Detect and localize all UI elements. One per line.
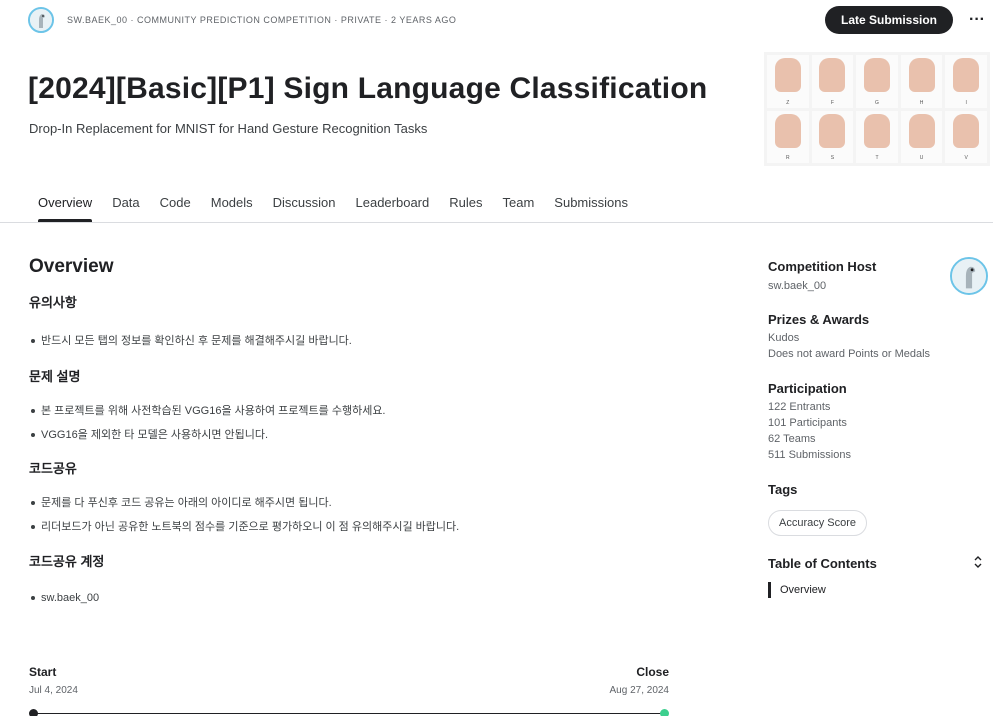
bullet-list: sw.baek_00 xyxy=(29,591,689,615)
tab-team[interactable]: Team xyxy=(493,192,545,222)
entrants-count: 122 Entrants xyxy=(768,401,831,413)
tab-submissions[interactable]: Submissions xyxy=(544,192,638,222)
tags-heading: Tags xyxy=(768,482,798,497)
tabs-divider xyxy=(0,222,993,223)
timeline-end-marker xyxy=(660,709,669,716)
banner-hand-sign: F xyxy=(811,55,854,108)
tab-leaderboard[interactable]: Leaderboard xyxy=(346,192,440,222)
expand-collapse-icon[interactable] xyxy=(973,555,983,572)
list-item: sw.baek_00 xyxy=(29,591,689,615)
host-name-link[interactable]: sw.baek_00 xyxy=(768,278,993,294)
timeline-track xyxy=(33,713,665,714)
tab-rules[interactable]: Rules xyxy=(439,192,492,222)
competition-banner-image: Z F G H I R S T U V xyxy=(764,52,990,166)
timeline-close-date: Aug 27, 2024 xyxy=(609,685,670,696)
banner-hand-sign: V xyxy=(945,110,987,163)
banner-hand-sign: Z xyxy=(767,55,809,108)
section-heading: 코드공유 xyxy=(29,461,77,476)
toc-item-overview[interactable]: Overview xyxy=(768,582,993,598)
timeline-close-label: Close xyxy=(636,665,669,679)
tab-models[interactable]: Models xyxy=(201,192,263,222)
section-heading: 코드공유 계정 xyxy=(29,554,105,569)
banner-hand-sign: G xyxy=(856,55,898,108)
competition-sidebar: Competition Host sw.baek_00 Prizes & Awa… xyxy=(768,259,993,598)
competition-meta: SW.BAEK_00 · COMMUNITY PREDICTION COMPET… xyxy=(67,15,457,25)
list-item: 반드시 모든 탭의 정보를 확인하신 후 문제를 해결해주시길 바랍니다. xyxy=(29,334,689,358)
section-heading: 문제 설명 xyxy=(29,369,81,384)
submissions-count: 511 Submissions xyxy=(768,449,851,461)
list-item: 문제를 다 푸신후 코드 공유는 아래의 아이디로 해주시면 됩니다. xyxy=(29,496,689,520)
timeline-start-label: Start xyxy=(29,665,57,679)
section-heading: 유의사항 xyxy=(29,295,77,310)
tab-discussion[interactable]: Discussion xyxy=(263,192,346,222)
tab-code[interactable]: Code xyxy=(150,192,201,222)
banner-hand-sign: S xyxy=(811,110,854,163)
more-options-icon[interactable]: ··· xyxy=(967,8,987,32)
banner-hand-sign: U xyxy=(900,110,943,163)
host-avatar[interactable] xyxy=(28,7,54,33)
list-item: 리더보드가 아닌 공유한 노트북의 점수를 기준으로 평가하오니 이 점 유의해… xyxy=(29,520,689,544)
page-title: [2024][Basic][P1] Sign Language Classifi… xyxy=(28,72,708,105)
goose-icon xyxy=(30,9,52,31)
toc-header: Table of Contents xyxy=(768,555,983,572)
prizes-kudos: Kudos xyxy=(768,332,800,344)
tab-overview[interactable]: Overview xyxy=(28,192,102,222)
list-item: 본 프로젝트를 위해 사전학습된 VGG16을 사용하여 프로젝트를 수행하세요… xyxy=(29,404,689,428)
bullet-list: 문제를 다 푸신후 코드 공유는 아래의 아이디로 해주시면 됩니다. 리더보드… xyxy=(29,496,689,544)
late-submission-button[interactable]: Late Submission xyxy=(825,6,953,34)
tag-accuracy-score[interactable]: Accuracy Score xyxy=(768,510,868,536)
page-subtitle: Drop-In Replacement for MNIST for Hand G… xyxy=(29,121,428,136)
banner-hand-sign: R xyxy=(767,110,809,163)
overview-heading: Overview xyxy=(29,256,114,277)
list-item: VGG16을 제외한 타 모델은 사용하시면 안됩니다. xyxy=(29,428,689,452)
bullet-list: 반드시 모든 탭의 정보를 확인하신 후 문제를 해결해주시길 바랍니다. xyxy=(29,334,689,358)
timeline-start-marker xyxy=(29,709,38,716)
tab-data[interactable]: Data xyxy=(102,192,149,222)
timeline-start-date: Jul 4, 2024 xyxy=(29,685,78,696)
prizes-note: Does not award Points or Medals xyxy=(768,348,931,360)
participants-count: 101 Participants xyxy=(768,417,847,429)
banner-hand-sign: T xyxy=(856,110,898,163)
competition-tabs: Overview Data Code Models Discussion Lea… xyxy=(28,192,638,222)
participation-heading: Participation xyxy=(768,381,847,396)
bullet-list: 본 프로젝트를 위해 사전학습된 VGG16을 사용하여 프로젝트를 수행하세요… xyxy=(29,404,689,452)
toc-heading: Table of Contents xyxy=(768,556,877,571)
prizes-heading: Prizes & Awards xyxy=(768,312,870,327)
banner-hand-sign: I xyxy=(945,55,987,108)
banner-hand-sign: H xyxy=(900,55,943,108)
host-heading: Competition Host xyxy=(768,259,877,274)
overview-content: Overview 유의사항 반드시 모든 탭의 정보를 확인하신 후 문제를 해… xyxy=(29,256,689,615)
teams-count: 62 Teams xyxy=(768,433,816,445)
